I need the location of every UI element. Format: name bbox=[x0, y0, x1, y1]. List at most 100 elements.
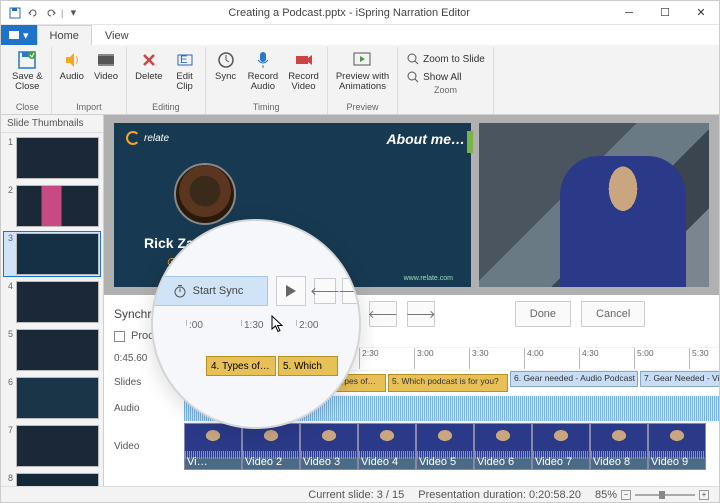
title-bar: | ▾ Creating a Podcast.pptx - iSpring Na… bbox=[1, 1, 719, 25]
preview-icon bbox=[352, 50, 372, 70]
zoom-level: 85% bbox=[595, 489, 617, 501]
ribbon: Save & Close Close Audio Video Import De… bbox=[1, 45, 719, 115]
process-current-label: Process current slide only bbox=[131, 330, 257, 342]
ruler-tick: 1:30 bbox=[249, 348, 269, 369]
show-all-icon bbox=[406, 70, 420, 84]
slide-segment[interactable]: 6. Gear needed - Audio Podcast bbox=[510, 371, 638, 387]
slide-segment[interactable]: 5. Which podcast is for you? bbox=[388, 374, 508, 392]
svg-text:E: E bbox=[180, 54, 187, 66]
audio-button[interactable]: Audio bbox=[56, 47, 88, 85]
cancel-button[interactable]: Cancel bbox=[581, 301, 645, 327]
ruler-tick: 2:00 bbox=[304, 348, 324, 369]
sync-icon bbox=[216, 50, 236, 70]
sync-title: Synchronize bbox=[114, 307, 204, 321]
show-all-button[interactable]: Show All bbox=[402, 69, 489, 85]
file-tab[interactable]: ▾ bbox=[1, 25, 37, 45]
slide-segment[interactable]: 4. Types of… bbox=[322, 374, 386, 392]
maximize-button[interactable]: ☐ bbox=[647, 1, 683, 24]
stopwatch-icon bbox=[233, 308, 245, 320]
zoom-slider[interactable] bbox=[635, 494, 695, 496]
undo-icon[interactable] bbox=[25, 5, 41, 21]
video-clip[interactable]: Vi… bbox=[184, 423, 242, 470]
ribbon-group-editing: Delete EEdit Clip Editing bbox=[127, 47, 205, 114]
sync-button[interactable]: Sync bbox=[210, 47, 242, 85]
slide-thumb[interactable]: 2 bbox=[4, 184, 100, 228]
start-sync-button[interactable]: Start Sync bbox=[214, 302, 321, 326]
video-clip[interactable]: Video 4 bbox=[358, 423, 416, 470]
slides-track[interactable]: 23. About Me4. Types of…5. Which podcast… bbox=[184, 370, 719, 394]
ribbon-tabs: ▾ Home View bbox=[1, 25, 719, 45]
slide-segment[interactable]: 2 bbox=[184, 371, 198, 387]
tab-home[interactable]: Home bbox=[37, 25, 92, 45]
ruler-tick: 4:30 bbox=[579, 348, 599, 369]
prev-slide-button[interactable]: 🡐 bbox=[369, 301, 397, 327]
video-clip[interactable]: Video 9 bbox=[648, 423, 706, 470]
zoom-out-button[interactable]: − bbox=[621, 490, 631, 500]
video-clip[interactable]: Video 8 bbox=[590, 423, 648, 470]
thumbnails-list[interactable]: 1 2 3 4 5 6 7 8 bbox=[1, 133, 103, 486]
close-button[interactable]: ✕ bbox=[683, 1, 719, 24]
save-close-button[interactable]: Save & Close bbox=[8, 47, 47, 95]
video-button[interactable]: Video bbox=[90, 47, 122, 85]
slide-thumb[interactable]: 3 bbox=[4, 232, 100, 276]
window-controls: ─ ☐ ✕ bbox=[611, 1, 719, 24]
video-clip[interactable]: Video 7 bbox=[532, 423, 590, 470]
status-bar: Current slide: 3 / 15 Presentation durat… bbox=[1, 486, 719, 502]
video-track[interactable]: Vi…Video 2Video 3Video 4Video 5Video 6Vi… bbox=[184, 422, 719, 470]
play-button[interactable] bbox=[331, 301, 359, 327]
slide-title: About me… bbox=[386, 131, 465, 147]
ruler-tick: 1:00 bbox=[194, 348, 214, 369]
slide-segment[interactable]: 7. Gear Needed - Vidcast bbox=[640, 371, 719, 387]
record-video-button[interactable]: Record Video bbox=[284, 47, 323, 95]
process-current-checkbox[interactable] bbox=[114, 331, 125, 342]
slide-thumb[interactable]: 7 bbox=[4, 424, 100, 468]
zoom-to-slide-button[interactable]: Zoom to Slide bbox=[402, 51, 489, 67]
slide-thumb[interactable]: 4 bbox=[4, 280, 100, 324]
video-clip[interactable]: Video 2 bbox=[242, 423, 300, 470]
ruler-tick: 5:00 bbox=[634, 348, 654, 369]
record-audio-button[interactable]: Record Audio bbox=[244, 47, 283, 95]
audio-track[interactable] bbox=[184, 395, 719, 421]
slide-thumb[interactable]: 5 bbox=[4, 328, 100, 372]
ribbon-group-zoom: Zoom to Slide Show All Zoom bbox=[398, 47, 494, 114]
ribbon-group-close: Save & Close Close bbox=[4, 47, 52, 114]
delete-button[interactable]: Delete bbox=[131, 47, 166, 85]
time-ruler[interactable]: 1:001:302:002:303:003:304:004:305:005:30 bbox=[184, 347, 719, 369]
presenter-name: Rick Zanotti bbox=[144, 235, 224, 251]
done-button[interactable]: Done bbox=[515, 301, 571, 327]
track-label-slides: Slides bbox=[114, 377, 184, 388]
sync-bar: Synchronize Start Sync 🡐 🡒 Done Cancel P… bbox=[104, 295, 719, 345]
preview-area: relate About me… Rick Zanotti ⊙ relateBR… bbox=[104, 115, 719, 295]
preview-animations-button[interactable]: Preview with Animations bbox=[332, 47, 393, 95]
slide-thumb[interactable]: 6 bbox=[4, 376, 100, 420]
next-slide-button[interactable]: 🡒 bbox=[407, 301, 435, 327]
slide-thumb[interactable]: 8 bbox=[4, 472, 100, 486]
presenter-photo bbox=[174, 163, 236, 225]
playhead-time: 0:45.60 bbox=[114, 353, 184, 364]
zoom-slide-icon bbox=[406, 52, 420, 66]
brand-logo: ⊙ relateBROADCAST bbox=[166, 255, 212, 274]
window-title: Creating a Podcast.pptx - iSpring Narrat… bbox=[87, 7, 611, 19]
minimize-button[interactable]: ─ bbox=[611, 1, 647, 24]
tab-view[interactable]: View bbox=[92, 25, 142, 45]
edit-clip-icon: E bbox=[175, 50, 195, 70]
video-clip[interactable]: Video 3 bbox=[300, 423, 358, 470]
thumbnails-header: Slide Thumbnails bbox=[1, 115, 103, 133]
video-preview bbox=[479, 123, 709, 287]
video-clip[interactable]: Video 5 bbox=[416, 423, 474, 470]
track-label-video: Video bbox=[114, 441, 184, 452]
site-url: www.relate.com bbox=[404, 275, 453, 282]
slide-preview: relate About me… Rick Zanotti ⊙ relateBR… bbox=[114, 123, 471, 287]
ruler-tick: 2:30 bbox=[359, 348, 379, 369]
save-icon[interactable] bbox=[7, 5, 23, 21]
qat-dropdown-icon[interactable]: ▾ bbox=[65, 5, 81, 21]
redo-icon[interactable] bbox=[43, 5, 59, 21]
slide-logo: relate bbox=[126, 131, 169, 145]
edit-clip-button[interactable]: EEdit Clip bbox=[169, 47, 201, 95]
slide-segment[interactable]: 3. About Me bbox=[200, 371, 320, 387]
slide-thumb[interactable]: 1 bbox=[4, 136, 100, 180]
status-current-slide: Current slide: 3 / 15 bbox=[308, 489, 404, 501]
video-clip[interactable]: Video 6 bbox=[474, 423, 532, 470]
ruler-tick: 4:00 bbox=[524, 348, 544, 369]
zoom-in-button[interactable]: + bbox=[699, 490, 709, 500]
